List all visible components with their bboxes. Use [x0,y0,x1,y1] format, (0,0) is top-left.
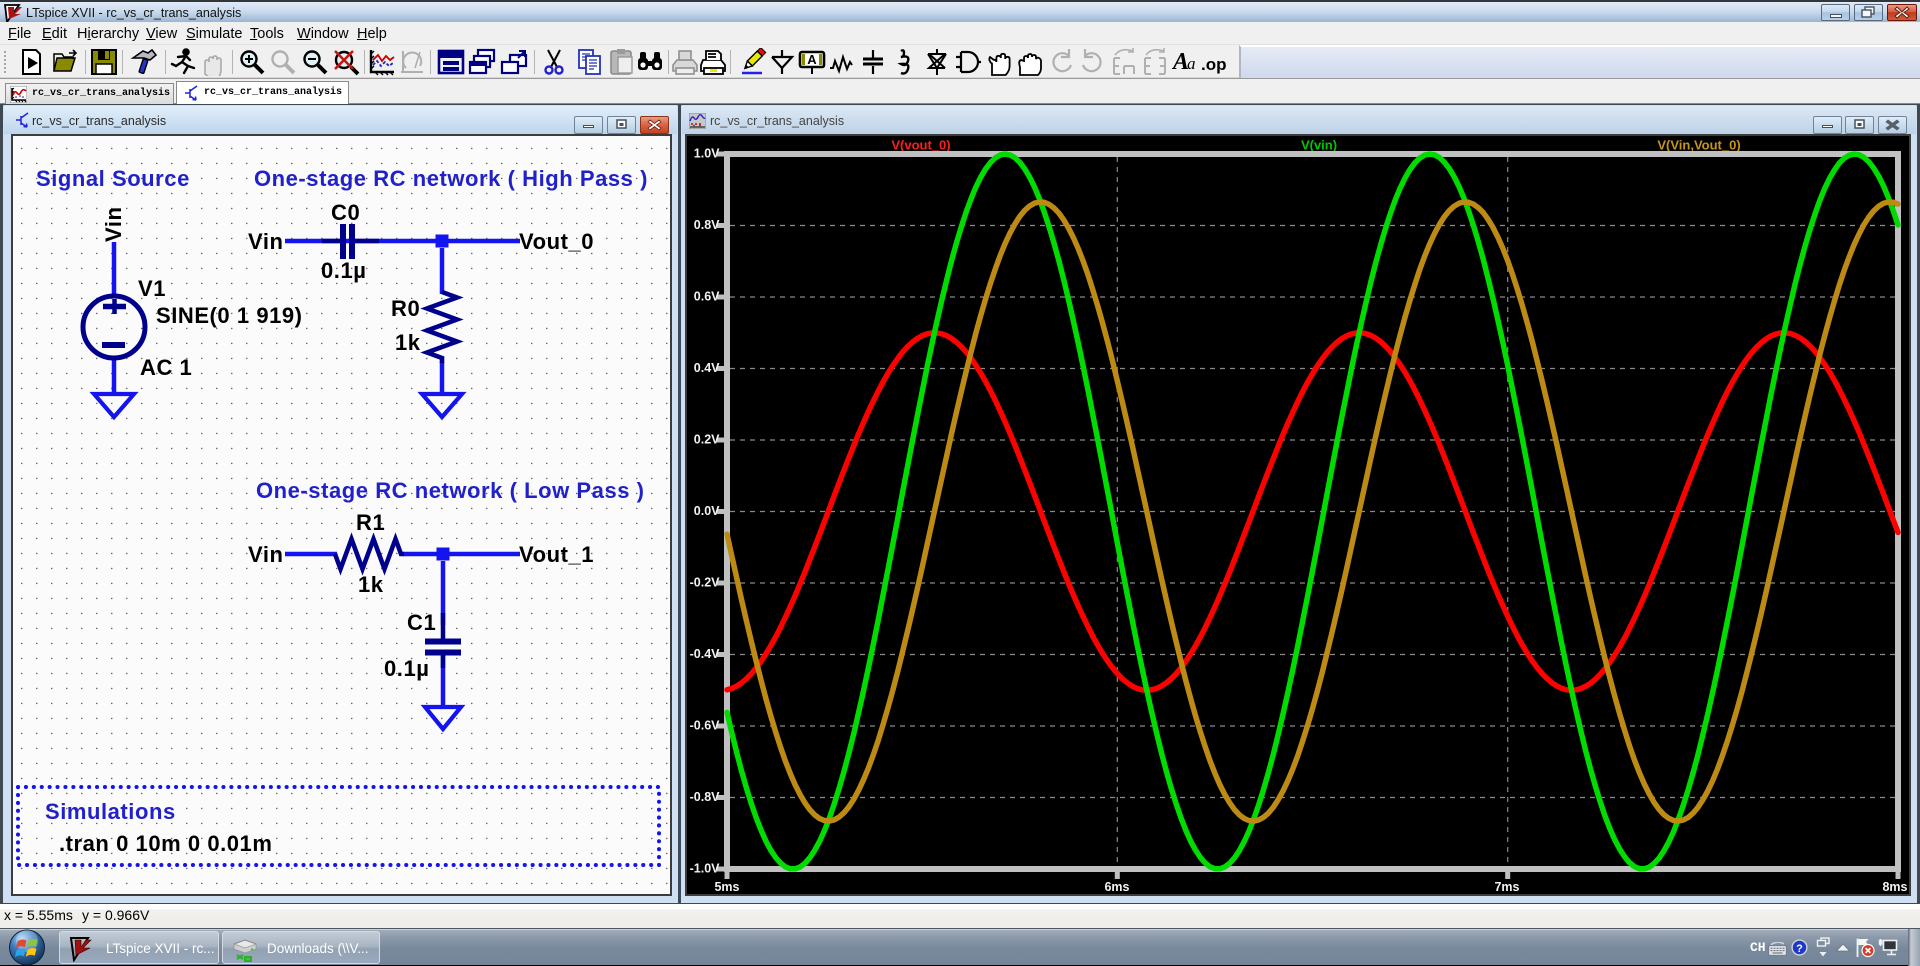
svg-text:C0: C0 [331,200,360,225]
svg-text:6ms: 6ms [1104,880,1129,894]
svg-text:7ms: 7ms [1494,880,1519,894]
svg-text:One-stage RC network ( High Pa: One-stage RC network ( High Pass ) [254,166,648,191]
svg-text:SINE(0 1 919): SINE(0 1 919) [156,303,303,328]
svg-text:Simulations: Simulations [45,799,176,824]
svg-text:0.2V: 0.2V [694,433,720,447]
svg-text:C1: C1 [407,610,436,635]
svg-text:Signal Source: Signal Source [36,166,190,191]
svg-text:?: ? [1796,943,1803,955]
svg-text:A: A [807,52,817,67]
svg-text:Vin: Vin [101,207,126,242]
svg-text:a: a [1187,54,1196,73]
svg-text:0.1µ: 0.1µ [384,656,429,681]
svg-text:1k: 1k [395,330,421,355]
svg-text:AC 1: AC 1 [140,355,192,380]
svg-text:Vin: Vin [248,229,283,254]
svg-text:-0.4V: -0.4V [690,647,721,661]
svg-text:V(Vin,Vout_0): V(Vin,Vout_0) [1657,138,1740,153]
svg-text:V(vout_0): V(vout_0) [891,138,950,153]
svg-text:-0.8V: -0.8V [690,790,721,804]
svg-text:0.4V: 0.4V [694,361,720,375]
svg-text:Vout_0: Vout_0 [519,229,594,254]
svg-text:0.8V: 0.8V [694,218,720,232]
svg-text:-0.2V: -0.2V [690,576,721,590]
svg-text:V1: V1 [138,276,166,301]
svg-text:Vout_1: Vout_1 [519,542,594,567]
svg-text:0.6V: 0.6V [694,290,720,304]
svg-text:1k: 1k [358,572,384,597]
svg-text:0.1µ: 0.1µ [321,258,366,283]
svg-text:.tran 0 10m 0 0.01m: .tran 0 10m 0 0.01m [59,831,272,856]
svg-text:5ms: 5ms [714,880,739,894]
svg-text:0.0V: 0.0V [694,504,720,518]
svg-text:R1: R1 [356,510,385,535]
svg-text:One-stage RC network ( Low Pas: One-stage RC network ( Low Pass ) [256,478,645,503]
svg-text:V(vin): V(vin) [1301,138,1337,153]
svg-text:R0: R0 [391,296,420,321]
svg-text:.op: .op [1201,55,1227,74]
svg-text:8ms: 8ms [1882,880,1907,894]
svg-text:Vin: Vin [248,542,283,567]
svg-text:-1.0V: -1.0V [690,862,721,876]
svg-text:1.0V: 1.0V [694,147,720,161]
svg-text:-0.6V: -0.6V [690,719,721,733]
